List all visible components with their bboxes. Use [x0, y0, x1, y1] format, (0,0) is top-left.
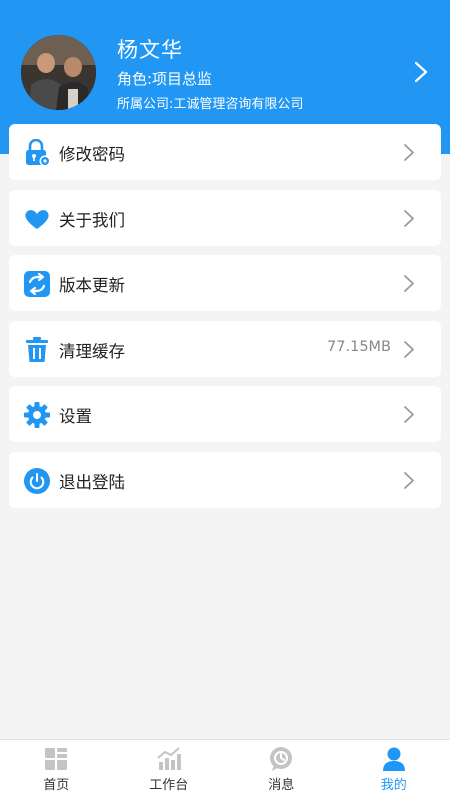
menu-item-label: 清理缓存 [59, 341, 125, 361]
tab-label: 消息 [268, 778, 295, 793]
profile-card[interactable]: 杨文华 角色:项目总监 所属公司:工诚管理咨询有限公司 [0, 0, 450, 130]
tab-label: 首页 [43, 778, 70, 793]
user-company: 所属公司:工诚管理咨询有限公司 [117, 97, 304, 112]
chevron-right-icon [404, 406, 414, 423]
menu-item-label: 修改密码 [59, 145, 125, 164]
menu-item-logout[interactable]: 退出登陆 [9, 451, 441, 508]
tab-home[interactable]: 首页 [0, 740, 113, 800]
chevron-right-icon [404, 209, 414, 227]
chevron-right-icon [404, 275, 414, 292]
tab-mine[interactable]: 我的 [338, 740, 450, 800]
chart-icon [157, 747, 181, 770]
chevron-right-icon [404, 471, 414, 489]
heart-icon [25, 209, 49, 229]
avatar [21, 35, 96, 110]
menu-item-settings[interactable]: 设置 [9, 386, 441, 442]
chevron-right-icon [404, 144, 414, 161]
chevron-right-icon [404, 340, 414, 358]
menu-item-label: 设置 [59, 407, 92, 426]
chevron-right-icon [414, 61, 428, 83]
menu-item-clear-cache[interactable]: 清理缓存 77.15MB [9, 320, 441, 377]
tab-label: 工作台 [149, 778, 189, 793]
tab-label: 我的 [380, 778, 407, 793]
tab-workbench[interactable]: 工作台 [113, 740, 226, 800]
power-icon [24, 467, 50, 494]
app-root: 杨文华 角色:项目总监 所属公司:工诚管理咨询有限公司 修改密码 关于我们 版本… [0, 0, 450, 800]
bottom-tab-bar: 首页 工作台 消息 我的 [0, 739, 450, 800]
tab-messages[interactable]: 消息 [225, 740, 338, 800]
menu-item-label: 关于我们 [59, 210, 125, 230]
grid-icon [45, 748, 68, 770]
trash-icon [26, 336, 48, 362]
person-icon [382, 747, 405, 771]
menu-item-version-update[interactable]: 版本更新 [9, 255, 441, 311]
gear-icon [24, 402, 50, 428]
lock-gear-icon [26, 139, 51, 167]
message-icon [270, 747, 293, 771]
user-name: 杨文华 [117, 38, 183, 62]
menu-item-about-us[interactable]: 关于我们 [9, 189, 441, 246]
refresh-icon [24, 271, 50, 297]
settings-menu: 修改密码 关于我们 版本更新 清理缓存 77.15MB 设置 退出登陆 [9, 124, 441, 517]
menu-item-change-password[interactable]: 修改密码 [9, 124, 441, 180]
cache-size-value: 77.15MB [327, 338, 391, 355]
menu-item-label: 版本更新 [59, 276, 125, 295]
user-role: 角色:项目总监 [117, 70, 213, 88]
menu-item-label: 退出登陆 [59, 472, 125, 492]
